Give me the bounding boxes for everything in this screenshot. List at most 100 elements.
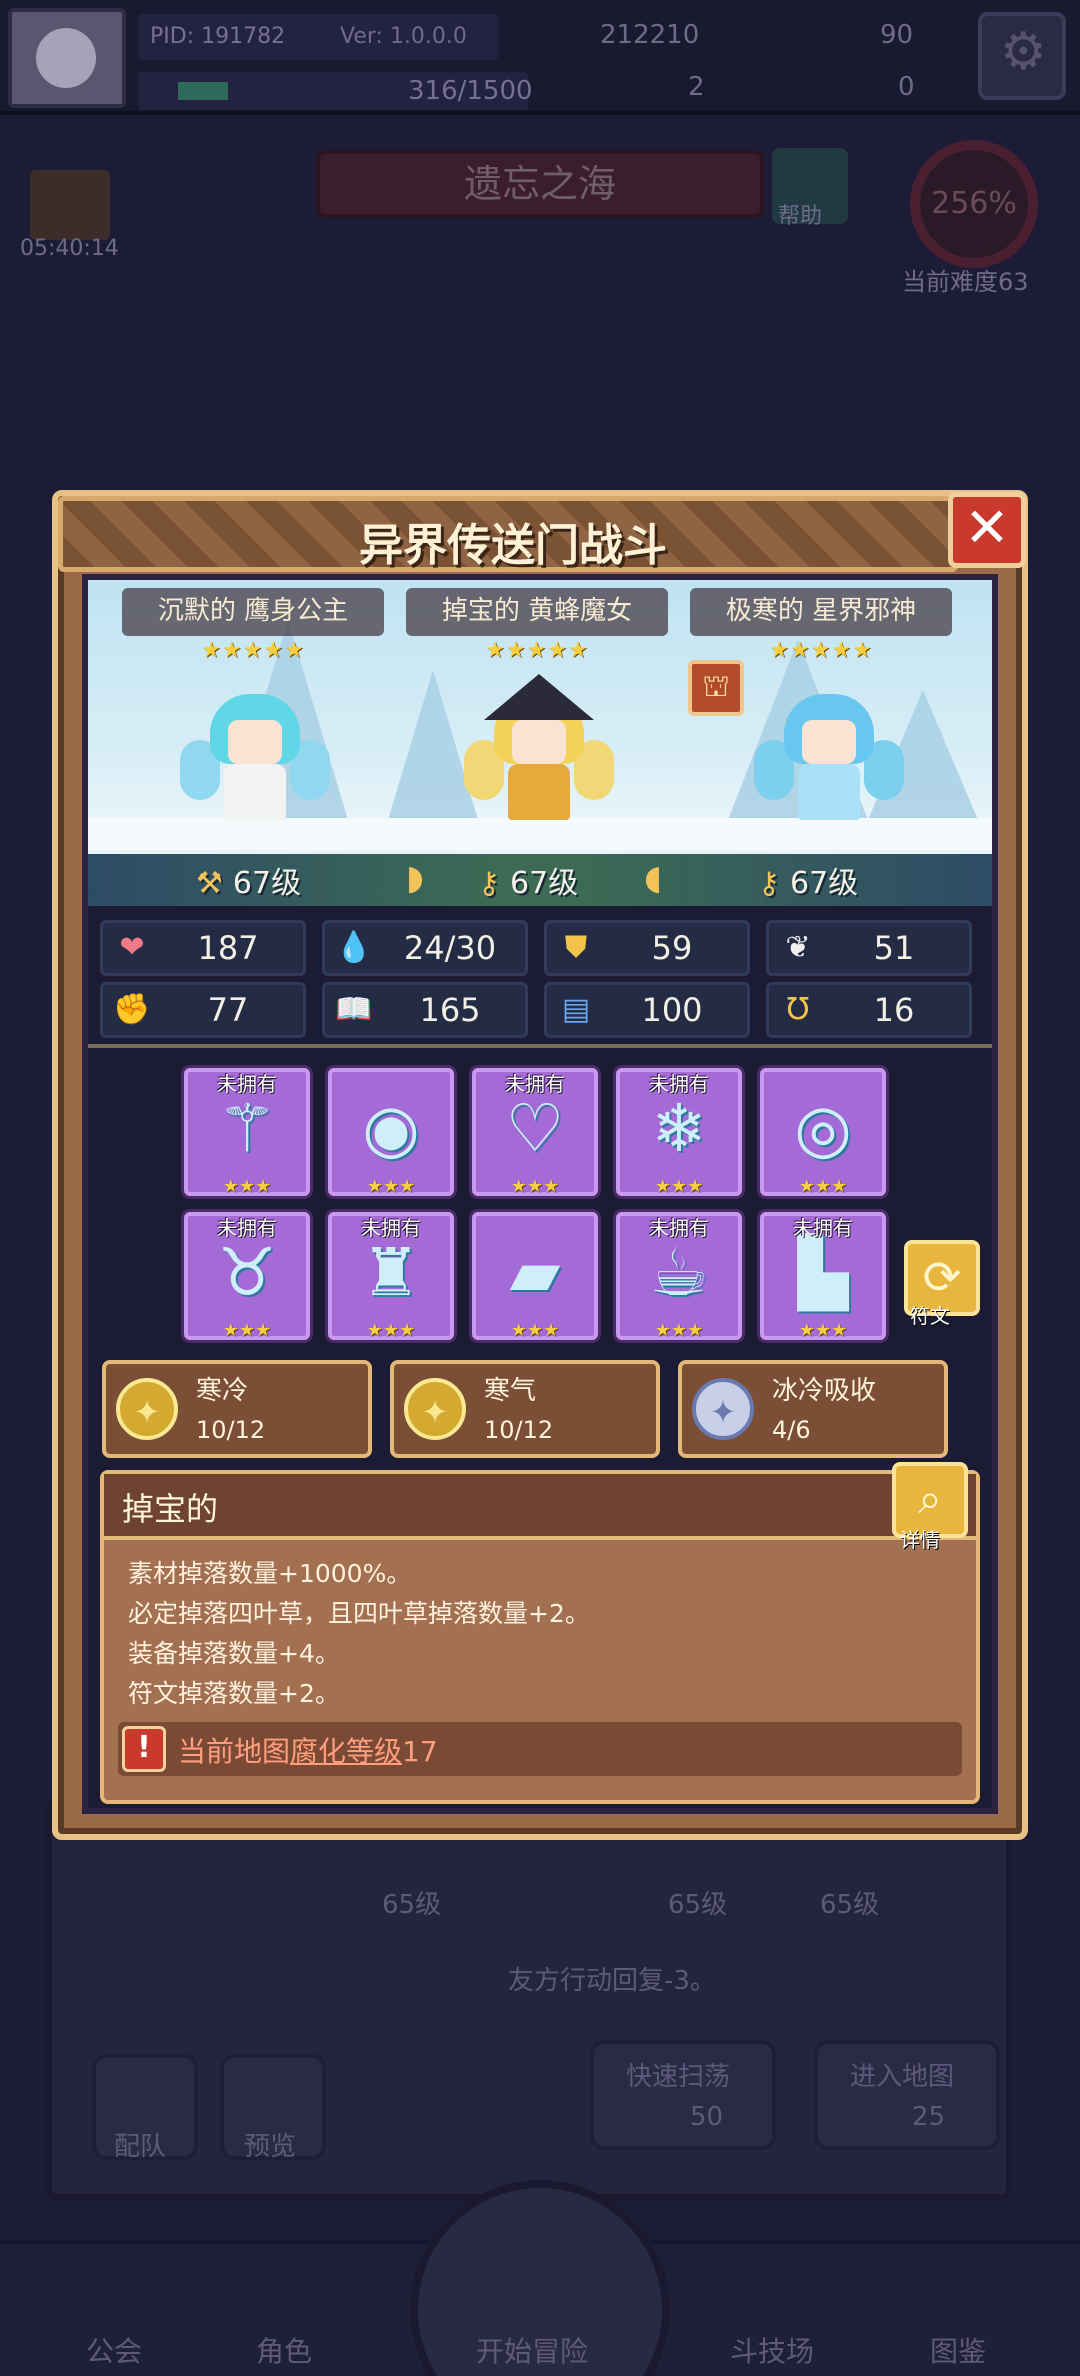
- hero-level-1: ⚒ 67级: [196, 858, 301, 902]
- buff-card[interactable]: ✦ 寒冷 10/12: [102, 1360, 372, 1458]
- horseshoe-icon: Ʊ: [786, 992, 810, 1027]
- equipment-slot-staff[interactable]: ⚚ 未拥有 ★★★: [184, 1068, 310, 1197]
- not-owned-label: 未拥有: [793, 1216, 853, 1240]
- stat-box: ❤ 187: [100, 920, 306, 976]
- modal-title: 异界传送门战斗: [359, 520, 667, 571]
- stat-box: Ʊ 16: [766, 982, 972, 1038]
- level-strip: ⚒ 67级 ◗ ⚷ 67级 ◖ ⚷ 67级: [88, 850, 992, 906]
- buff-name: 冰冷吸收: [772, 1376, 877, 1406]
- map-name: 遗忘之海: [316, 150, 764, 218]
- equipment-slot-orb[interactable]: ◉ ★★★: [328, 1068, 454, 1197]
- hero-level-2-text: 67级: [509, 866, 579, 901]
- stat-value: 165: [419, 991, 481, 1029]
- stat-value: 187: [197, 929, 259, 967]
- trait-panel: 掉宝的 素材掉落数量+1000%。 必定掉落四叶草，且四叶草掉落数量+2。 装备…: [100, 1470, 980, 1804]
- hero-stars-1: ★★★★★: [201, 638, 305, 663]
- trait-line-3: 装备掉落数量+4。: [128, 1639, 340, 1668]
- preview-button-label: 预览: [244, 2132, 297, 2162]
- equipment-slot-boots[interactable]: ▙ 未拥有 ★★★: [760, 1212, 886, 1341]
- stat-box: ❦ 51: [766, 920, 972, 976]
- buff-name: 寒气: [484, 1376, 537, 1406]
- not-owned-label: 未拥有: [505, 1072, 565, 1096]
- divider: [88, 1044, 992, 1048]
- hero-level-3: ⚷ 67级: [758, 858, 858, 902]
- boots-icon: ▙: [797, 1234, 849, 1311]
- nav-start-adventure[interactable]: 开始冒险: [476, 2330, 588, 2370]
- bracer-icon: ▰: [509, 1234, 561, 1311]
- hero-name-1: 沉默的 鹰身公主: [122, 588, 384, 636]
- stat-box: 💧 24/30: [322, 920, 528, 976]
- not-owned-label: 未拥有: [649, 1072, 709, 1096]
- difficulty-ring[interactable]: 256%: [910, 140, 1038, 268]
- book-icon: 📖: [335, 992, 373, 1027]
- equipment-stars: ★★★: [654, 1320, 704, 1341]
- buff-count: 4/6: [772, 1416, 811, 1444]
- equipment-stars: ★★★: [366, 1176, 416, 1197]
- stat-box: ⛊ 59: [544, 920, 750, 976]
- equipment-stars: ★★★: [510, 1176, 560, 1197]
- close-button[interactable]: ✕: [948, 492, 1026, 568]
- nav-character[interactable]: 角色: [256, 2330, 312, 2370]
- warning-text: 当前地图腐化等级17: [178, 1730, 438, 1770]
- hero-sprite-2[interactable]: [464, 674, 614, 830]
- buff-card[interactable]: ✦ 冰冷吸收 4/6: [678, 1360, 948, 1458]
- bg-level-3: 65级: [820, 1890, 880, 1920]
- equipment-slot-ring[interactable]: ◎ ★★★: [760, 1068, 886, 1197]
- corruption-warning: ! 当前地图腐化等级17: [118, 1722, 962, 1776]
- hero-sprite-3[interactable]: [754, 680, 904, 830]
- not-owned-label: 未拥有: [649, 1216, 709, 1240]
- stat-value: 24/30: [403, 929, 497, 967]
- quick-sweep-cost: 50: [690, 2102, 724, 2132]
- helmet-icon: ♉: [217, 1234, 277, 1311]
- armor-icon: ♜: [361, 1234, 421, 1311]
- hero-level-1-text: 67级: [232, 866, 302, 901]
- drop-icon: 💧: [335, 930, 373, 965]
- settings-gear-icon[interactable]: [978, 12, 1066, 100]
- ring-icon: ◎: [794, 1090, 852, 1167]
- equipment-slot-bracer[interactable]: ▰ ★★★: [472, 1212, 598, 1341]
- nav-guild[interactable]: 公会: [86, 2330, 142, 2370]
- equipment-slot-helmet[interactable]: ♉ 未拥有 ★★★: [184, 1212, 310, 1341]
- arrow-left-icon: ◗: [406, 858, 424, 898]
- hero-stars-2: ★★★★★: [485, 638, 589, 663]
- lock-icon[interactable]: ⛫: [688, 660, 744, 716]
- player-avatar[interactable]: [8, 8, 126, 108]
- hero-name-3: 极寒的 星界邪神: [690, 588, 952, 636]
- equipment-slot-gloves[interactable]: ☕ 未拥有 ★★★: [616, 1212, 742, 1341]
- gold-coin-icon: ✦: [404, 1378, 466, 1440]
- key-icon: ⚷: [758, 866, 780, 901]
- witch-hat: [484, 674, 594, 720]
- enter-map-label: 进入地图: [850, 2062, 955, 2092]
- hero-level-3-text: 67级: [789, 866, 859, 901]
- currency-key: 0: [898, 72, 915, 102]
- treasure-chest-icon[interactable]: [30, 170, 110, 240]
- nav-codex[interactable]: 图鉴: [930, 2330, 986, 2370]
- stat-box: ✊ 77: [100, 982, 306, 1038]
- hammer-icon: ⚒: [196, 866, 223, 901]
- warning-value: 17: [402, 1735, 438, 1768]
- warning-prefix: 当前地图: [178, 1735, 291, 1768]
- hero-sprite-1[interactable]: [180, 680, 330, 830]
- not-owned-label: 未拥有: [217, 1072, 277, 1096]
- trait-line-2: 必定掉落四叶草，且四叶草掉落数量+2。: [128, 1599, 590, 1628]
- trait-name: 掉宝的: [122, 1490, 219, 1528]
- version-text: Ver: 1.0.0.0: [340, 24, 467, 49]
- bg-level-1: 65级: [382, 1890, 442, 1920]
- equipment-stars: ★★★: [798, 1320, 848, 1341]
- trait-line-4: 符文掉落数量+2。: [128, 1679, 340, 1708]
- equipment-slot-armor[interactable]: ♜ 未拥有 ★★★: [328, 1212, 454, 1341]
- equipment-slot-necklace[interactable]: ♡ 未拥有 ★★★: [472, 1068, 598, 1197]
- corruption-level-link[interactable]: 腐化等级: [290, 1735, 402, 1768]
- hero-level-2: ⚷ 67级: [478, 858, 578, 902]
- equipment-slot-snowflake[interactable]: ❄ 未拥有 ★★★: [616, 1068, 742, 1197]
- nav-arena[interactable]: 斗技场: [730, 2330, 814, 2370]
- top-bar: PID: 191782 Ver: 1.0.0.0 316/1500 212210…: [0, 0, 1080, 115]
- stat-box: ▤ 100: [544, 982, 750, 1038]
- currency-gem: 90: [880, 20, 914, 50]
- hero-name-2: 掉宝的 黄蜂魔女: [406, 588, 668, 636]
- buff-name: 寒冷: [196, 1376, 249, 1406]
- gold-coin-icon: ✦: [116, 1378, 178, 1440]
- fist-icon: ✊: [113, 992, 151, 1027]
- buff-card[interactable]: ✦ 寒气 10/12: [390, 1360, 660, 1458]
- equipment-stars: ★★★: [222, 1176, 272, 1197]
